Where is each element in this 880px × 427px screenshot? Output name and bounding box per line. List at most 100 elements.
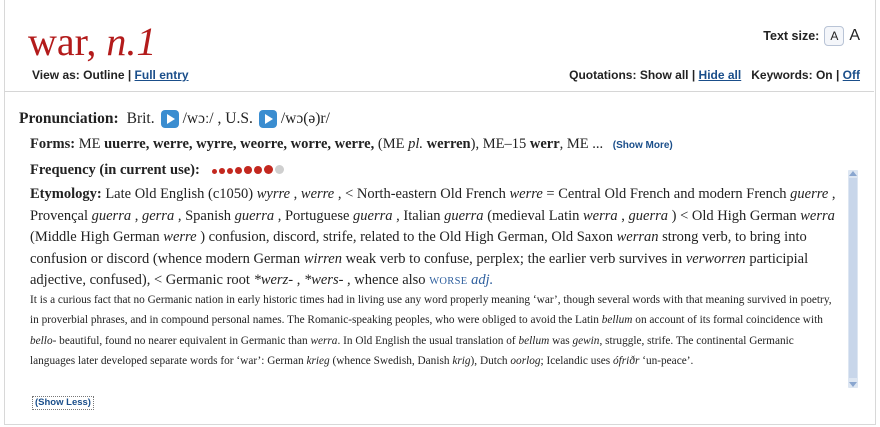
pronunciation-row: Pronunciation: Brit. /wɔː/ , U.S. /wɔ(ə)… [19, 110, 330, 128]
note-text: ‘un-peace’. [639, 355, 694, 368]
note-text: on account of its formal coincidence wit… [632, 314, 823, 327]
etym-text: (medieval Latin [483, 207, 584, 224]
frequency-dot-filled [253, 165, 263, 174]
note-italic: gewin [572, 334, 600, 347]
etym-italic: wyrre [256, 186, 291, 202]
note-italic: krig [452, 355, 471, 368]
etym-text: , [131, 207, 142, 224]
view-as-bar: View as: Outline | Full entry [32, 68, 189, 82]
forms-text: , ME ... [559, 136, 604, 152]
worse-adj-link[interactable]: adj. [471, 272, 493, 288]
forms-bold: werren [426, 136, 471, 152]
brit-label: Brit. [126, 110, 155, 127]
etym-italic: werran [616, 229, 659, 246]
etym-italic: *werz- [253, 272, 294, 289]
etym-italic: werre [163, 229, 197, 246]
etym-text: ) confusion, discord, strife, related to… [196, 229, 617, 246]
text-size-small-button[interactable]: A [824, 26, 845, 46]
headword-word: war, [28, 19, 97, 64]
etym-italic: werra [583, 207, 618, 224]
etym-italic: guerra [234, 207, 275, 224]
us-ipa: /wɔ(ə)r/ [280, 110, 330, 127]
etym-italic: guerre [790, 186, 829, 202]
etym-italic: guerra [353, 207, 393, 224]
view-as-outline: Outline [83, 68, 125, 82]
header-divider [4, 91, 874, 92]
brit-ipa: /wɔː/ , [182, 110, 222, 127]
etym-italic: verworren [685, 250, 746, 267]
keywords-label: Keywords: [751, 68, 813, 82]
full-entry-link[interactable]: Full entry [135, 68, 189, 82]
etym-italic: werre [300, 186, 335, 202]
scroll-down-icon[interactable] [849, 382, 857, 387]
etymology-label: Etymology: [30, 186, 102, 202]
etym-italic: wirren [303, 250, 342, 267]
forms-text: (ME [374, 136, 409, 152]
play-audio-icon[interactable] [258, 110, 277, 128]
etym-italic: guerra [91, 207, 132, 224]
etymology-paragraph: Etymology: Late Old English (c1050) wyrr… [30, 184, 842, 293]
etymology-scrollbar[interactable] [848, 170, 858, 388]
etym-text: Late Old English (c1050) [101, 186, 257, 202]
headword-homonym: 1 [136, 19, 157, 64]
note-italic: bellum [601, 314, 633, 327]
quotations-bar: Quotations: Show all | Hide all Keywords… [569, 68, 860, 82]
etym-text: ) < Old High German [668, 207, 801, 224]
frequency-dot-filled [218, 168, 225, 174]
note-text: beautiful, found no nearer equivalent in… [56, 334, 311, 347]
text-size-control: Text size: A A [763, 26, 860, 46]
etym-italic: guerra [628, 207, 669, 224]
show-less-button[interactable]: (Show Less) [32, 396, 94, 410]
frequency-dot-filled [226, 167, 233, 174]
quotations-label: Quotations: [569, 68, 637, 82]
forms-text: ME [78, 136, 105, 152]
frequency-dot-filled [211, 169, 217, 174]
etym-italic: *wers- [303, 272, 344, 289]
keywords-off-link[interactable]: Off [843, 68, 860, 82]
forms-text: ), ME–15 [470, 136, 530, 152]
play-audio-icon[interactable] [160, 110, 179, 128]
etym-italic: werre [509, 186, 543, 202]
forms-row: Forms: ME uuerre, werre, wyrre, weorre, … [30, 136, 673, 153]
forms-label: Forms: [30, 136, 76, 152]
text-size-large-button[interactable]: A [849, 27, 860, 45]
etym-text: , Portuguese [274, 207, 354, 224]
etym-text: , [290, 186, 301, 202]
etym-italic: guerra [444, 207, 484, 224]
frequency-dots [211, 162, 287, 179]
etymology-note: It is a curious fact that no Germanic na… [30, 290, 840, 372]
hide-all-link[interactable]: Hide all [699, 68, 742, 82]
note-italic: ófriðr [613, 355, 640, 368]
etym-text: = Central Old French and modern French [542, 186, 791, 202]
etym-text: weak verb to confuse, perplex; the earli… [341, 250, 686, 267]
frequency-dot-filled [264, 164, 274, 174]
headword: war, n.1 [28, 20, 156, 64]
forms-bold: werr [529, 136, 560, 152]
quotations-show-all: Show all [639, 68, 689, 82]
etym-text: , whence also [343, 272, 430, 289]
view-as-separator: | [127, 68, 132, 82]
worse-cross-reference-link[interactable]: WORSE [429, 276, 467, 287]
etym-text: , Italian [392, 207, 445, 224]
etym-italic: werra [800, 207, 835, 224]
frequency-label: Frequency (in current use): [30, 162, 200, 178]
forms-italic: pl. [408, 136, 423, 152]
note-italic: bellum [518, 334, 550, 347]
etym-italic: gerra [141, 207, 175, 224]
headword-pos: n. [106, 19, 137, 64]
show-more-link[interactable]: (Show More) [613, 140, 673, 151]
etym-text: , [293, 272, 304, 289]
frequency-dot-filled [244, 166, 252, 174]
frequency-dot-empty [275, 165, 285, 174]
keywords-on: On [815, 68, 833, 82]
etym-text: , Spanish [174, 207, 235, 224]
text-size-label: Text size: [763, 29, 820, 43]
scroll-up-icon[interactable] [849, 171, 857, 176]
note-italic: bello- [30, 334, 57, 347]
note-text: (whence Swedish, Danish [329, 355, 453, 368]
quotations-separator: | [691, 68, 696, 82]
frequency-row: Frequency (in current use): [30, 162, 286, 179]
scrollbar-thumb[interactable] [849, 178, 857, 378]
note-text: ; Icelandic uses [540, 355, 613, 368]
note-text: was [549, 334, 573, 347]
